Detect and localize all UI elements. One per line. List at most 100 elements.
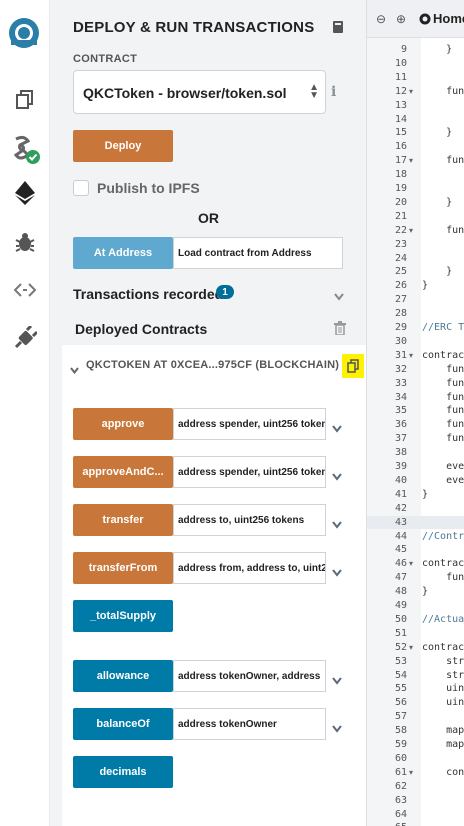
code-line: uin [422, 697, 464, 709]
function-params-input-6[interactable]: address tokenOwner [173, 708, 326, 740]
fold-arrow-icon[interactable]: ▾ [409, 351, 413, 360]
documentation-icon[interactable] [332, 20, 344, 39]
zoom-out-icon[interactable]: ⊖ [376, 12, 386, 26]
code-line: fun [422, 85, 464, 97]
instance-title: QKCTOKEN AT 0XCEA...975CF (BLOCKCHAIN) [86, 359, 340, 371]
code-line: fun [422, 155, 464, 167]
function-params-input-3[interactable]: address from, address to, uint256 [173, 552, 326, 584]
function-button-6[interactable]: balanceOf [73, 708, 173, 740]
code-line: fun [422, 572, 464, 584]
function-button-5[interactable]: allowance [73, 660, 173, 692]
plugin-manager-icon[interactable] [9, 322, 41, 354]
line-number: 36 [394, 419, 407, 431]
function-params-input-2[interactable]: address to, uint256 tokens [173, 504, 326, 536]
expand-params-chevron-icon[interactable] [332, 420, 342, 433]
expand-params-chevron-icon[interactable] [332, 672, 342, 685]
line-number: 55 [394, 683, 407, 695]
expand-params-chevron-icon[interactable] [332, 720, 342, 733]
line-number: 50 [394, 613, 407, 625]
transactions-recorded-label: Transactions recorded [73, 286, 224, 302]
home-tab[interactable]: Home [433, 11, 464, 26]
fold-arrow-icon[interactable]: ▾ [409, 87, 413, 96]
fold-arrow-icon[interactable]: ▾ [409, 768, 413, 777]
line-number: 16 [394, 141, 407, 153]
line-number: 60 [394, 752, 407, 764]
icon-rail [0, 0, 50, 826]
fold-arrow-icon[interactable]: ▾ [409, 156, 413, 165]
deploy-run-icon[interactable] [9, 177, 41, 209]
line-number: 32 [394, 363, 407, 375]
line-number: 11 [394, 71, 407, 83]
deployed-contracts-label: Deployed Contracts [75, 321, 208, 337]
code-line: contrac [422, 349, 464, 361]
deploy-button[interactable]: Deploy [73, 130, 173, 162]
line-number: 56 [394, 697, 407, 709]
function-button-3[interactable]: transferFrom [73, 552, 173, 584]
source-verify-icon[interactable] [9, 274, 41, 306]
function-params-input-1[interactable]: address spender, uint256 tokens [173, 456, 326, 488]
code-line: } [422, 196, 453, 208]
publish-ipfs-checkbox[interactable] [73, 180, 89, 196]
function-button-1[interactable]: approveAndC... [73, 456, 173, 488]
zoom-in-icon[interactable]: ⊕ [396, 12, 406, 26]
line-number: 51 [394, 627, 407, 639]
line-number: 47 [394, 572, 407, 584]
line-number: 59 [394, 739, 407, 750]
contract-select-value: QKCToken - browser/token.sol [83, 85, 287, 101]
code-line: } [422, 266, 453, 278]
compiler-icon[interactable] [9, 133, 41, 165]
trash-icon[interactable] [334, 321, 346, 340]
line-number: 49 [394, 600, 407, 611]
info-icon[interactable]: i [331, 84, 336, 100]
code-line: eve [422, 461, 464, 472]
line-number: 20 [394, 196, 407, 208]
copy-address-icon[interactable] [342, 354, 364, 378]
code-line: uin [422, 683, 464, 695]
select-arrows-icon: ▲ ▼ [309, 82, 319, 101]
at-address-input[interactable]: Load contract from Address [173, 237, 343, 269]
line-number: 28 [394, 308, 407, 320]
code-line: fun [422, 419, 464, 431]
code-line: //Contr [422, 530, 464, 542]
line-number: 38 [394, 447, 407, 459]
function-button-4[interactable]: _totalSupply [73, 600, 173, 632]
fold-arrow-icon[interactable]: ▾ [409, 559, 413, 568]
expand-params-chevron-icon[interactable] [332, 564, 342, 577]
line-number: 41 [394, 488, 407, 500]
code-line: fun [422, 224, 464, 236]
line-number: 43 [394, 516, 407, 528]
code-line: //ERC T [422, 322, 464, 333]
function-button-7[interactable]: decimals [73, 756, 173, 788]
at-address-button[interactable]: At Address [73, 237, 173, 269]
debugger-icon[interactable] [9, 226, 41, 258]
function-params-input-5[interactable]: address tokenOwner, address [173, 660, 326, 692]
file-explorer-icon[interactable] [9, 83, 41, 115]
fold-arrow-icon[interactable]: ▾ [409, 226, 413, 235]
function-button-2[interactable]: transfer [73, 504, 173, 536]
function-button-0[interactable]: approve [73, 408, 173, 440]
home-tab-icon [419, 12, 431, 30]
instance-chevron-icon[interactable] [70, 361, 79, 379]
expand-params-chevron-icon[interactable] [332, 516, 342, 529]
or-label: OR [198, 210, 219, 226]
expand-params-chevron-icon[interactable] [332, 468, 342, 481]
function-params-input-0[interactable]: address spender, uint256 tokens [173, 408, 326, 440]
line-number: 21 [394, 210, 407, 222]
code-line: } [422, 280, 429, 292]
code-line: map [422, 739, 464, 750]
fold-arrow-icon[interactable]: ▾ [409, 643, 413, 652]
code-line: fun [422, 363, 464, 375]
line-number: 26 [394, 280, 407, 292]
deploy-run-panel: DEPLOY & RUN TRANSACTIONS CONTRACT QKCTo… [50, 0, 366, 826]
line-number: 63 [394, 794, 407, 806]
contract-select[interactable]: QKCToken - browser/token.sol ▲ ▼ [73, 70, 326, 114]
chevron-down-icon[interactable] [334, 288, 344, 301]
line-number: 14 [394, 113, 407, 125]
code-line: contrac [422, 558, 464, 570]
line-number: 39 [394, 461, 407, 472]
line-number: 58 [394, 725, 407, 737]
remix-logo-icon[interactable] [5, 14, 43, 52]
line-number: 46 [394, 558, 407, 570]
line-number: 22 [394, 224, 407, 236]
code-line: con [422, 766, 464, 778]
